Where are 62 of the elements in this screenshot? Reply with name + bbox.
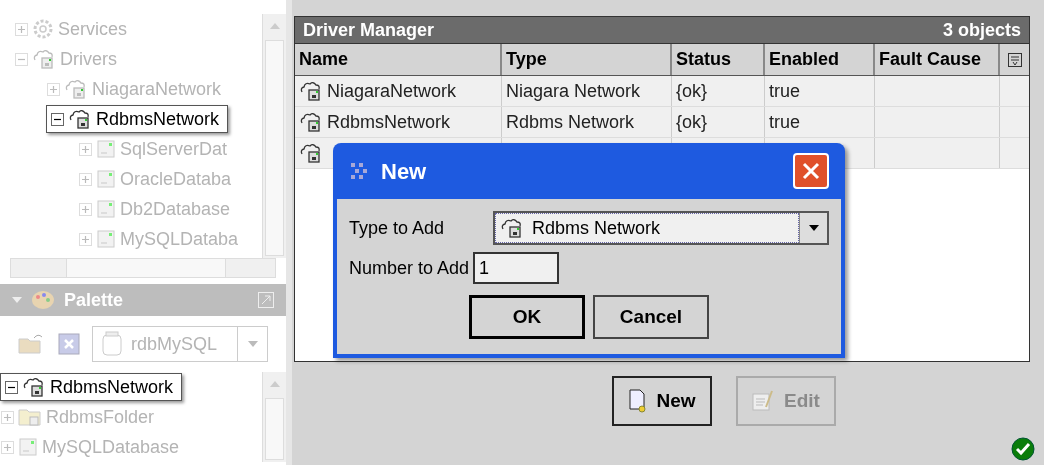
network-icon: [64, 79, 88, 99]
horizontal-scrollbar[interactable]: [10, 258, 276, 278]
network-icon: [32, 49, 56, 69]
folder-icon: [18, 407, 42, 427]
close-icon[interactable]: [58, 333, 80, 355]
jar-icon: [101, 331, 123, 357]
expand-toggle[interactable]: [79, 232, 92, 246]
close-button[interactable]: [793, 153, 829, 189]
expand-toggle[interactable]: [79, 172, 92, 186]
table-cell-text: RdbmsNetwork: [327, 110, 451, 134]
tree-item[interactable]: RdbmsNetwork: [0, 373, 183, 401]
expand-toggle[interactable]: [1, 440, 14, 454]
type-dropdown[interactable]: Rdbms Network: [493, 211, 829, 245]
expand-toggle[interactable]: [1, 410, 14, 424]
palette-header: Palette: [0, 284, 286, 316]
palette-icon: [30, 289, 56, 311]
status-ok-icon: [1011, 437, 1035, 461]
table-cell-text: Rdbms Network: [506, 110, 635, 134]
table-cell-text: {ok}: [676, 79, 708, 103]
database-icon: [96, 139, 116, 159]
network-icon: [299, 81, 323, 101]
expand-toggle[interactable]: [15, 22, 28, 36]
collapse-toggle[interactable]: [5, 380, 18, 394]
scroll-up-icon[interactable]: [269, 23, 280, 29]
network-icon: [22, 377, 46, 397]
collapse-arrow-icon[interactable]: [12, 297, 22, 303]
database-icon: [96, 169, 116, 189]
number-field[interactable]: 1: [473, 252, 560, 284]
database-icon: [96, 229, 116, 249]
tree-item[interactable]: RdbmsNetwork: [46, 105, 229, 133]
column-chooser-icon[interactable]: [1007, 52, 1022, 67]
network-icon: [299, 143, 323, 163]
table-cell-text: Niagara Network: [506, 79, 641, 103]
database-icon: [18, 437, 38, 457]
close-icon: [802, 162, 820, 180]
scroll-up-icon[interactable]: [269, 381, 280, 387]
field-label: Number to Add: [349, 256, 470, 280]
dropdown-caret-icon: [808, 225, 819, 231]
network-icon: [299, 112, 323, 132]
database-icon: [96, 199, 116, 219]
table-cell-text: true: [769, 79, 801, 103]
table-cell-text: {ok}: [676, 110, 708, 134]
network-icon: [500, 218, 524, 238]
expand-toggle[interactable]: [79, 202, 92, 216]
collapse-toggle[interactable]: [51, 112, 64, 126]
new-button[interactable]: New: [612, 376, 712, 426]
dialog-button[interactable]: OK: [469, 295, 585, 339]
manager-header: Driver Manager 3 objects: [294, 16, 1030, 44]
expand-toggle[interactable]: [79, 142, 92, 156]
new-document-icon: [628, 389, 649, 413]
dialog-title: New: [381, 157, 428, 186]
dialog-button[interactable]: Cancel: [593, 295, 709, 339]
gear-icon: [32, 18, 54, 40]
dropdown-caret-icon: [247, 341, 258, 347]
table-cell-text: true: [769, 110, 801, 134]
field-label: Type to Add: [349, 216, 446, 240]
scrollbar[interactable]: [262, 14, 286, 258]
network-icon: [68, 109, 92, 129]
maximize-icon[interactable]: [258, 292, 274, 308]
scrollbar[interactable]: [262, 372, 286, 462]
expand-toggle[interactable]: [47, 82, 60, 96]
table-cell-text: NiagaraNetwork: [327, 79, 457, 103]
